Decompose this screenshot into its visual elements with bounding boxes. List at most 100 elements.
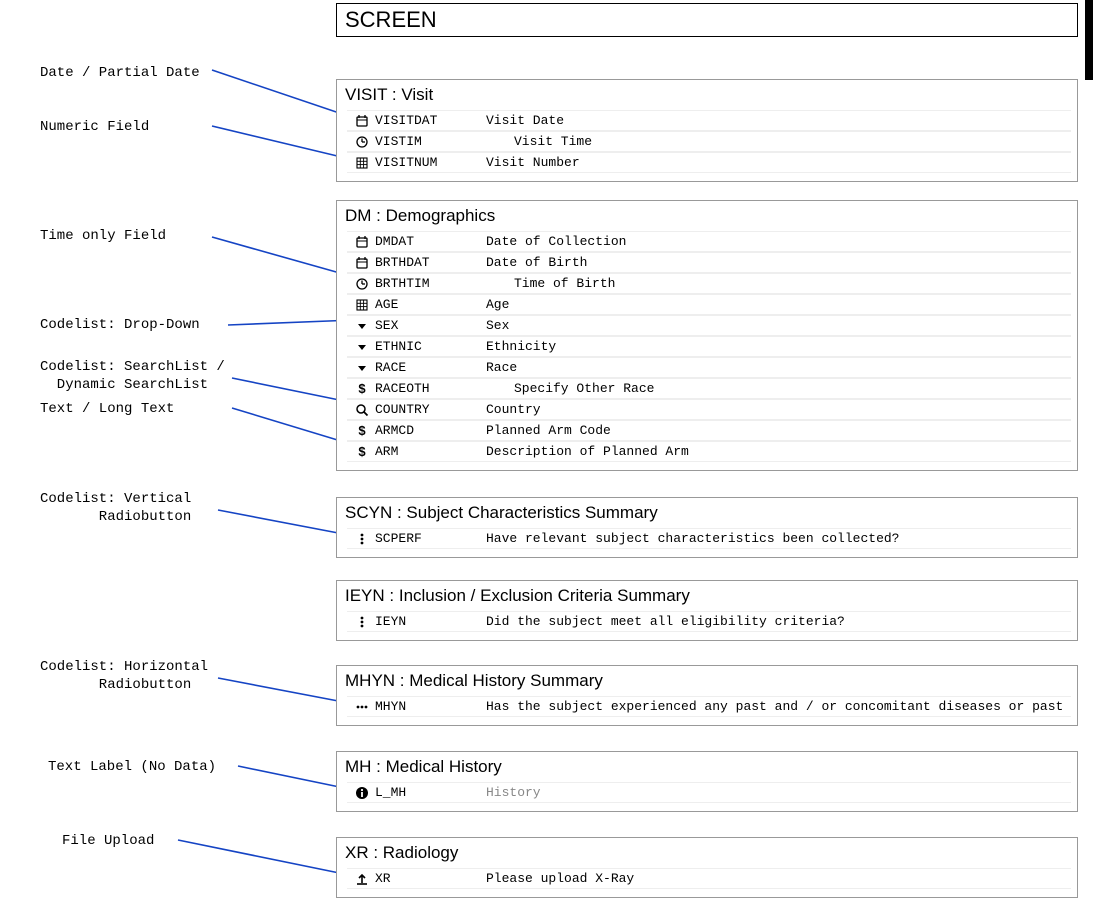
annotation-codelist-vradio-line2: Radiobutton <box>40 508 191 526</box>
annotation-codelist-hradio-line2: Radiobutton <box>40 676 191 694</box>
text-field-icon <box>353 424 371 438</box>
field-desc: Visit Number <box>486 155 1065 170</box>
calendar-icon <box>353 235 371 249</box>
field-dmdat[interactable]: DMDAT Date of Collection <box>347 231 1071 252</box>
vertical-radio-icon <box>353 615 371 629</box>
field-ieyn[interactable]: IEYN Did the subject meet all eligibilit… <box>347 611 1071 632</box>
field-arm[interactable]: ARM Description of Planned Arm <box>347 441 1071 462</box>
form-header-mh: MH : Medical History <box>337 752 1077 782</box>
annotation-date-partial: Date / Partial Date <box>40 64 200 82</box>
field-lmh[interactable]: L_MH History <box>347 782 1071 803</box>
field-desc: Date of Collection <box>486 234 1065 249</box>
page-title: SCREEN <box>336 3 1078 37</box>
field-age[interactable]: AGE Age <box>347 294 1071 315</box>
search-icon <box>353 403 371 417</box>
annotation-codelist-vradio-line1: Codelist: Vertical <box>40 490 191 508</box>
form-header-mhyn: MHYN : Medical History Summary <box>337 666 1077 696</box>
field-code: MHYN <box>371 699 486 714</box>
field-sex[interactable]: SEX Sex <box>347 315 1071 336</box>
annotation-numeric: Numeric Field <box>40 118 149 136</box>
decor-bar <box>1085 0 1093 80</box>
field-brthtim[interactable]: BRTHTIM Time of Birth <box>347 273 1071 294</box>
form-header-scyn: SCYN : Subject Characteristics Summary <box>337 498 1077 528</box>
field-country[interactable]: COUNTRY Country <box>347 399 1071 420</box>
annotation-codelist-searchlist-line2: Dynamic SearchList <box>40 376 208 394</box>
form-card-ieyn: IEYN : Inclusion / Exclusion Criteria Su… <box>336 580 1078 641</box>
field-xr[interactable]: XR Please upload X-Ray <box>347 868 1071 889</box>
field-raceoth[interactable]: RACEOTH Specify Other Race <box>347 378 1071 399</box>
calendar-icon <box>353 114 371 128</box>
field-code: VISTIM <box>371 134 486 149</box>
field-race[interactable]: RACE Race <box>347 357 1071 378</box>
annotation-text-label-nodata: Text Label (No Data) <box>48 758 216 776</box>
field-desc: Did the subject meet all eligibility cri… <box>486 614 1065 629</box>
field-code: RACE <box>371 360 486 375</box>
form-card-mh: MH : Medical History L_MH History <box>336 751 1078 812</box>
upload-icon <box>353 872 371 886</box>
field-code: BRTHDAT <box>371 255 486 270</box>
caret-down-icon <box>353 340 371 354</box>
field-code: ARM <box>371 444 486 459</box>
caret-down-icon <box>353 319 371 333</box>
field-scperf[interactable]: SCPERF Have relevant subject characteris… <box>347 528 1071 549</box>
field-code: VISITDAT <box>371 113 486 128</box>
field-code: BRTHTIM <box>371 276 486 291</box>
annotation-file-upload: File Upload <box>62 832 154 850</box>
field-desc: Specify Other Race <box>486 381 1065 396</box>
field-code: VISITNUM <box>371 155 486 170</box>
field-code: AGE <box>371 297 486 312</box>
field-mhyn[interactable]: MHYN Has the subject experienced any pas… <box>347 696 1071 717</box>
field-code: RACEOTH <box>371 381 486 396</box>
annotation-time-only: Time only Field <box>40 227 166 245</box>
field-brthdat[interactable]: BRTHDAT Date of Birth <box>347 252 1071 273</box>
annotation-text-longtext: Text / Long Text <box>40 400 174 418</box>
field-code: COUNTRY <box>371 402 486 417</box>
form-header-visit: VISIT : Visit <box>337 80 1077 110</box>
field-code: ETHNIC <box>371 339 486 354</box>
field-code: SCPERF <box>371 531 486 546</box>
field-armcd[interactable]: ARMCD Planned Arm Code <box>347 420 1071 441</box>
caret-down-icon <box>353 361 371 375</box>
calendar-icon <box>353 256 371 270</box>
form-header-dm: DM : Demographics <box>337 201 1077 231</box>
form-card-visit: VISIT : Visit VISITDAT Visit Date VISTIM… <box>336 79 1078 182</box>
form-card-dm: DM : Demographics DMDAT Date of Collecti… <box>336 200 1078 471</box>
form-card-scyn: SCYN : Subject Characteristics Summary S… <box>336 497 1078 558</box>
field-code: ARMCD <box>371 423 486 438</box>
clock-icon <box>353 135 371 149</box>
field-code: SEX <box>371 318 486 333</box>
field-code: L_MH <box>371 785 486 800</box>
annotation-codelist-hradio-line1: Codelist: Horizontal <box>40 658 208 676</box>
field-code: DMDAT <box>371 234 486 249</box>
form-header-ieyn: IEYN : Inclusion / Exclusion Criteria Su… <box>337 581 1077 611</box>
field-desc: Date of Birth <box>486 255 1065 270</box>
field-desc: Has the subject experienced any past and… <box>486 699 1065 714</box>
field-desc: Visit Time <box>486 134 1065 149</box>
clock-icon <box>353 277 371 291</box>
field-ethnic[interactable]: ETHNIC Ethnicity <box>347 336 1071 357</box>
info-icon <box>353 786 371 800</box>
grid-icon <box>353 156 371 170</box>
field-desc: Description of Planned Arm <box>486 444 1065 459</box>
field-desc: Country <box>486 402 1065 417</box>
field-desc: Race <box>486 360 1065 375</box>
field-desc: Ethnicity <box>486 339 1065 354</box>
field-desc: History <box>486 785 1065 800</box>
field-code: IEYN <box>371 614 486 629</box>
field-desc: Sex <box>486 318 1065 333</box>
field-desc: Please upload X-Ray <box>486 871 1065 886</box>
field-vistim[interactable]: VISTIM Visit Time <box>347 131 1071 152</box>
form-header-xr: XR : Radiology <box>337 838 1077 868</box>
field-desc: Have relevant subject characteristics be… <box>486 531 1065 546</box>
annotation-codelist-dropdown: Codelist: Drop-Down <box>40 316 200 334</box>
horizontal-radio-icon <box>353 700 371 714</box>
grid-icon <box>353 298 371 312</box>
annotation-codelist-searchlist-line1: Codelist: SearchList / <box>40 358 225 376</box>
form-card-mhyn: MHYN : Medical History Summary MHYN Has … <box>336 665 1078 726</box>
field-visitnum[interactable]: VISITNUM Visit Number <box>347 152 1071 173</box>
field-desc: Visit Date <box>486 113 1065 128</box>
field-desc: Age <box>486 297 1065 312</box>
field-desc: Time of Birth <box>486 276 1065 291</box>
field-visitdat[interactable]: VISITDAT Visit Date <box>347 110 1071 131</box>
vertical-radio-icon <box>353 532 371 546</box>
